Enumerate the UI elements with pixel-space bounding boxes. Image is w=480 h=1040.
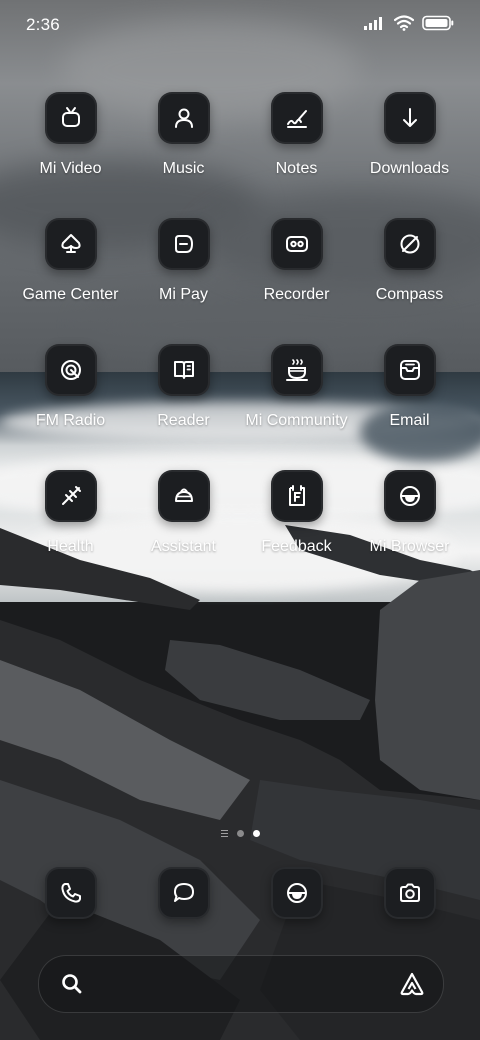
app-reader[interactable]: Reader (127, 344, 240, 454)
wallet-icon (157, 218, 210, 270)
app-label: FM Radio (35, 412, 106, 429)
pen-scribble-icon (270, 92, 323, 144)
app-downloads[interactable]: Downloads (353, 92, 466, 202)
app-mi-video[interactable]: Mi Video (14, 92, 127, 202)
app-label: Reader (157, 412, 210, 429)
app-recorder[interactable]: Recorder (240, 218, 353, 328)
page-dot-current[interactable] (252, 830, 260, 837)
signal-icon (364, 17, 382, 30)
app-label: Recorder (263, 286, 330, 303)
app-feedback[interactable]: Feedback (240, 470, 353, 580)
spade-icon (44, 218, 97, 270)
mailbox-icon (383, 344, 436, 396)
dock-phone[interactable] (14, 867, 127, 921)
dock (0, 867, 480, 921)
phone-icon (44, 867, 97, 919)
dock-camera[interactable] (353, 867, 466, 921)
page-dot[interactable] (236, 830, 244, 837)
app-mi-browser[interactable]: Mi Browser (353, 470, 466, 580)
app-label: Compass (375, 286, 444, 303)
app-label: Downloads (369, 160, 450, 177)
globe-icon (383, 470, 436, 522)
status-icons (364, 15, 454, 31)
dock-browser[interactable] (240, 867, 353, 921)
cassette-icon (270, 218, 323, 270)
page-indicator-lines-icon (220, 830, 228, 837)
search-icon[interactable] (59, 971, 85, 997)
search-bar[interactable] (38, 955, 444, 1013)
app-label: Notes (275, 160, 318, 177)
app-music[interactable]: Music (127, 92, 240, 202)
camera-icon (383, 867, 436, 919)
book-icon (157, 344, 210, 396)
app-label: Email (389, 412, 430, 429)
app-email[interactable]: Email (353, 344, 466, 454)
person-icon (157, 92, 210, 144)
radio-icon (44, 344, 97, 396)
status-bar: 2:36 (0, 0, 480, 52)
chat-bubble-icon (157, 867, 210, 919)
app-mi-community[interactable]: Mi Community (240, 344, 353, 454)
health-icon (44, 470, 97, 522)
app-label: Music (162, 160, 205, 177)
assistant-icon[interactable] (397, 969, 427, 999)
app-game-center[interactable]: Game Center (14, 218, 127, 328)
app-label: Mi Video (39, 160, 102, 177)
app-label: Feedback (261, 538, 332, 555)
cup-icon (270, 344, 323, 396)
app-fm-radio[interactable]: FM Radio (14, 344, 127, 454)
battery-icon (422, 15, 454, 31)
app-label: Game Center (22, 286, 119, 303)
app-label: Mi Pay (159, 286, 208, 303)
app-notes[interactable]: Notes (240, 92, 353, 202)
compass-icon (383, 218, 436, 270)
app-label: Health (47, 538, 94, 555)
page-indicator (0, 830, 480, 837)
dock-messages[interactable] (127, 867, 240, 921)
app-label: Assistant (151, 538, 216, 555)
tv-icon (44, 92, 97, 144)
app-compass[interactable]: Compass (353, 218, 466, 328)
app-label: Mi Browser (369, 538, 450, 555)
app-health[interactable]: Health (14, 470, 127, 580)
wifi-icon (394, 15, 414, 31)
clipboard-f-icon (270, 470, 323, 522)
app-mi-pay[interactable]: Mi Pay (127, 218, 240, 328)
arrow-down-icon (383, 92, 436, 144)
app-label: Mi Community (245, 412, 348, 429)
cloud-hill-icon (157, 470, 210, 522)
status-time: 2:36 (26, 15, 60, 34)
app-assistant[interactable]: Assistant (127, 470, 240, 580)
globe-icon (270, 867, 323, 919)
